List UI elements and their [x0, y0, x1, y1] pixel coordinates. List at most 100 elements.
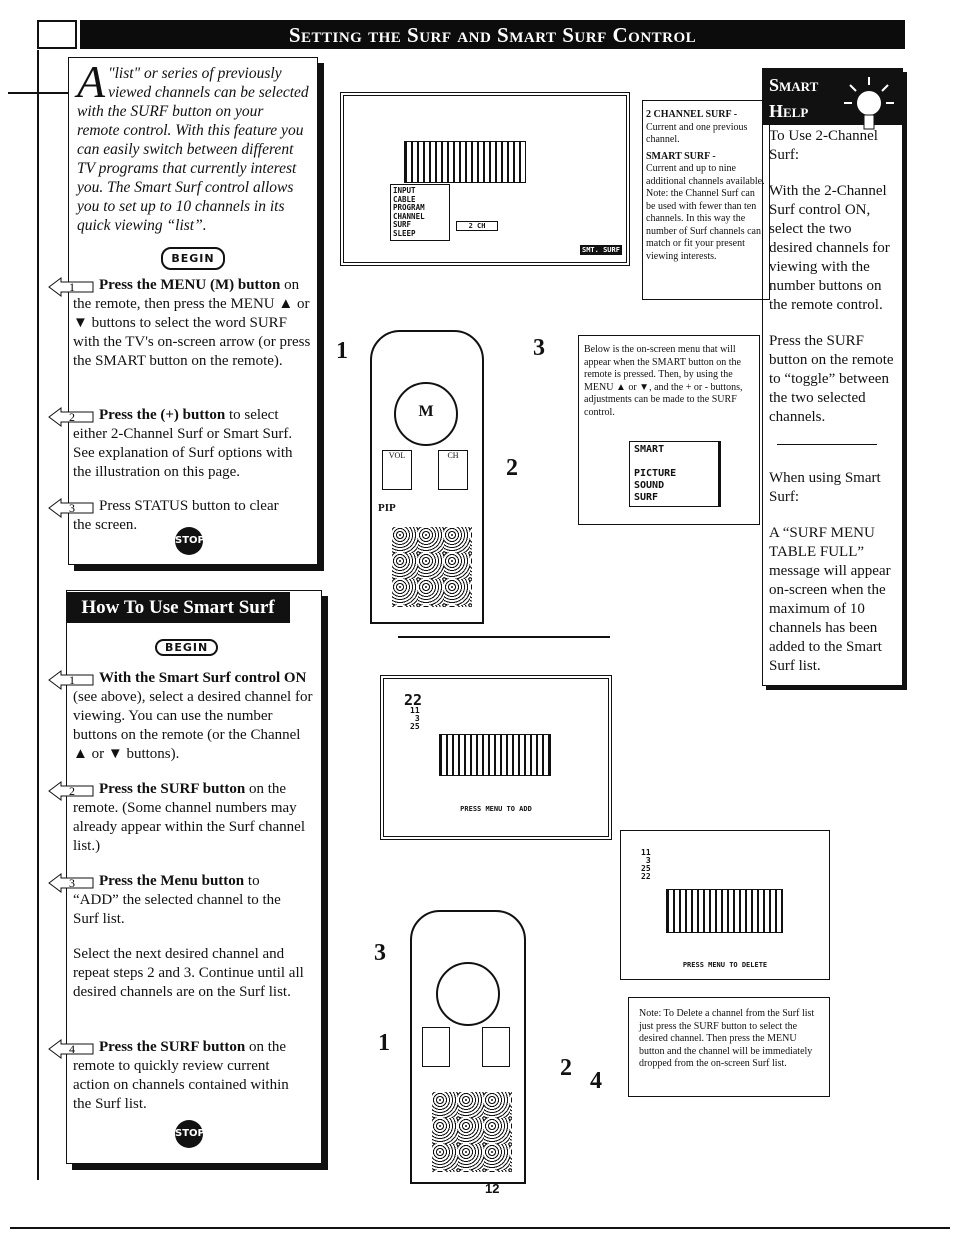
header-square [37, 20, 77, 49]
building-illustration [439, 734, 551, 776]
menu-button-label: M [418, 403, 434, 420]
tv-caption: PRESS MENU TO ADD [460, 805, 532, 813]
note-text: Below is the on-screen menu that will ap… [584, 344, 743, 418]
how-step-1-text: (see above), select a desired channel fo… [73, 689, 313, 762]
svg-text:1: 1 [69, 280, 75, 294]
callout-1: 1 [378, 1030, 390, 1056]
how-step-3-bold: Press the Menu button [99, 873, 245, 889]
menu-dpad [436, 962, 500, 1026]
drop-cap: A [77, 56, 106, 107]
note-heading: 2 CHANNEL SURF - [646, 109, 738, 120]
svg-text:3: 3 [69, 876, 75, 890]
tv-menu: INPUT CABLE PROGRAM CHANNEL SURF SLEEP [390, 184, 450, 241]
section-divider [398, 636, 610, 638]
step-3-icon: 3 [48, 497, 95, 518]
how-step-4-icon: 4 [48, 1038, 95, 1059]
help-text: A “SURF MENU TABLE FULL” message will ap… [769, 525, 891, 674]
building-illustration [404, 141, 526, 183]
menu-item: SLEEP [393, 228, 416, 238]
number-keypad [392, 527, 472, 607]
how-step-3: 3 Press the Menu button to “ADD” the sele… [48, 872, 303, 929]
ch-button: CH [438, 450, 468, 490]
surf-list: 11 3 25 [410, 707, 420, 731]
option-2ch: 2 CH [456, 221, 498, 231]
how-step-2-bold: Press the SURF button [99, 781, 246, 797]
menu-item-selected: SURF [634, 492, 659, 503]
menu-item: SOUND [634, 480, 665, 491]
manual-page: Setting the Surf and Smart Surf Control … [0, 0, 954, 1254]
tv-screen-delete: 11 3 25 22 PRESS MENU TO DELETE [620, 830, 830, 980]
page-title: Setting the Surf and Smart Surf Control [80, 20, 905, 49]
menu-item: SMART [634, 444, 665, 455]
menu-dpad: M [394, 382, 458, 446]
begin-badge: BEGIN [161, 247, 225, 270]
tv-screen-menu: INPUT CABLE PROGRAM CHANNEL SURF SLEEP 2… [340, 92, 630, 266]
side-rule [8, 92, 68, 94]
page-number: 12 [485, 1181, 500, 1196]
menu-item: PICTURE [634, 468, 677, 479]
note-heading: SMART SURF - [646, 150, 716, 162]
step-1: 1 Press the MENU (M) button on the remote… [48, 276, 313, 371]
lightbulb-icon [844, 77, 894, 130]
building-illustration [666, 889, 783, 933]
smart-help-panel: Smart Help To Use 2-Channel Surf: With t… [762, 68, 903, 686]
how-step-1-bold: With the Smart Surf control ON [99, 670, 307, 686]
svg-text:2: 2 [69, 410, 75, 424]
surf-list: 11 3 25 22 [641, 849, 651, 881]
surf-channel-blinking: 22 [641, 872, 651, 881]
how-step-3-icon: 3 [48, 872, 95, 893]
divider [777, 444, 877, 445]
how-to-title: How To Use Smart Surf [66, 592, 290, 623]
help-text: Press the SURF button on the remote to “… [769, 333, 894, 425]
number-keypad [432, 1092, 512, 1172]
vol-button [422, 1027, 450, 1067]
footer-rule [10, 1227, 950, 1229]
step-1-bold: Press the MENU (M) button [99, 277, 281, 293]
how-step-2: 2 Press the SURF button on the remote. (S… [48, 780, 313, 856]
smart-help-header: Smart Help [763, 69, 902, 130]
how-step-1: 1 With the Smart Surf control ON (see abo… [48, 669, 313, 764]
callout-3: 3 [533, 335, 545, 361]
surf-options-note: 2 CHANNEL SURF - Current and one previou… [642, 100, 770, 300]
svg-text:4: 4 [69, 1042, 75, 1056]
note-text: Current and up to nine additional channe… [646, 163, 765, 262]
ch-button [482, 1027, 510, 1067]
help-text: When using Smart Surf: [769, 470, 881, 505]
smart-menu-note: Below is the on-screen menu that will ap… [578, 335, 760, 525]
svg-text:3: 3 [69, 501, 75, 515]
callout-1: 1 [336, 338, 348, 364]
callout-2: 2 [560, 1055, 572, 1081]
step-3-text: Press STATUS button to clear the screen. [73, 498, 279, 533]
pip-label: PIP [378, 502, 396, 514]
remote-control-2 [410, 910, 526, 1184]
tv-caption: PRESS MENU TO DELETE [682, 961, 768, 969]
stop-icon: STOP [175, 527, 205, 555]
svg-text:2: 2 [69, 784, 75, 798]
svg-text:1: 1 [69, 673, 75, 687]
how-step-2-icon: 2 [48, 780, 95, 801]
smart-menu: SMART PICTURE SOUND SURF [629, 441, 721, 507]
smart-surf-button: SMT. SURF [580, 245, 622, 255]
step-1-icon: 1 [48, 276, 95, 297]
how-step-repeat: Select the next desired channel and repe… [73, 946, 304, 1000]
remote-control-1: M VOL CH PIP [370, 330, 484, 624]
step-2: 2 Press the (+) button to select either 2… [48, 406, 313, 482]
stop-icon-2: STOP [175, 1120, 205, 1148]
how-step-4-bold: Press the SURF button [99, 1039, 246, 1055]
note-text: Current and one previous channel. [646, 121, 748, 146]
surf-channel: 25 [410, 722, 420, 731]
tv-screen-add: 22 11 3 25 PRESS MENU TO ADD [380, 675, 612, 840]
step-2-icon: 2 [48, 406, 95, 427]
delete-note: Note: To Delete a channel from the Surf … [628, 997, 830, 1097]
callout-3: 3 [374, 940, 386, 966]
how-step-1-icon: 1 [48, 669, 95, 690]
how-step-4: 4 Press the SURF button on the remote to … [48, 1038, 303, 1114]
vol-button: VOL [382, 450, 412, 490]
begin-badge-2: BEGIN [155, 639, 219, 656]
callout-2: 2 [506, 455, 518, 481]
step-2-bold: Press the (+) button [99, 407, 226, 423]
help-text: With the 2-Channel Surf control ON, sele… [769, 183, 890, 313]
left-rule [37, 50, 39, 1180]
callout-4: 4 [590, 1068, 602, 1094]
intro-text: "list" or series of previously viewed ch… [77, 65, 309, 234]
